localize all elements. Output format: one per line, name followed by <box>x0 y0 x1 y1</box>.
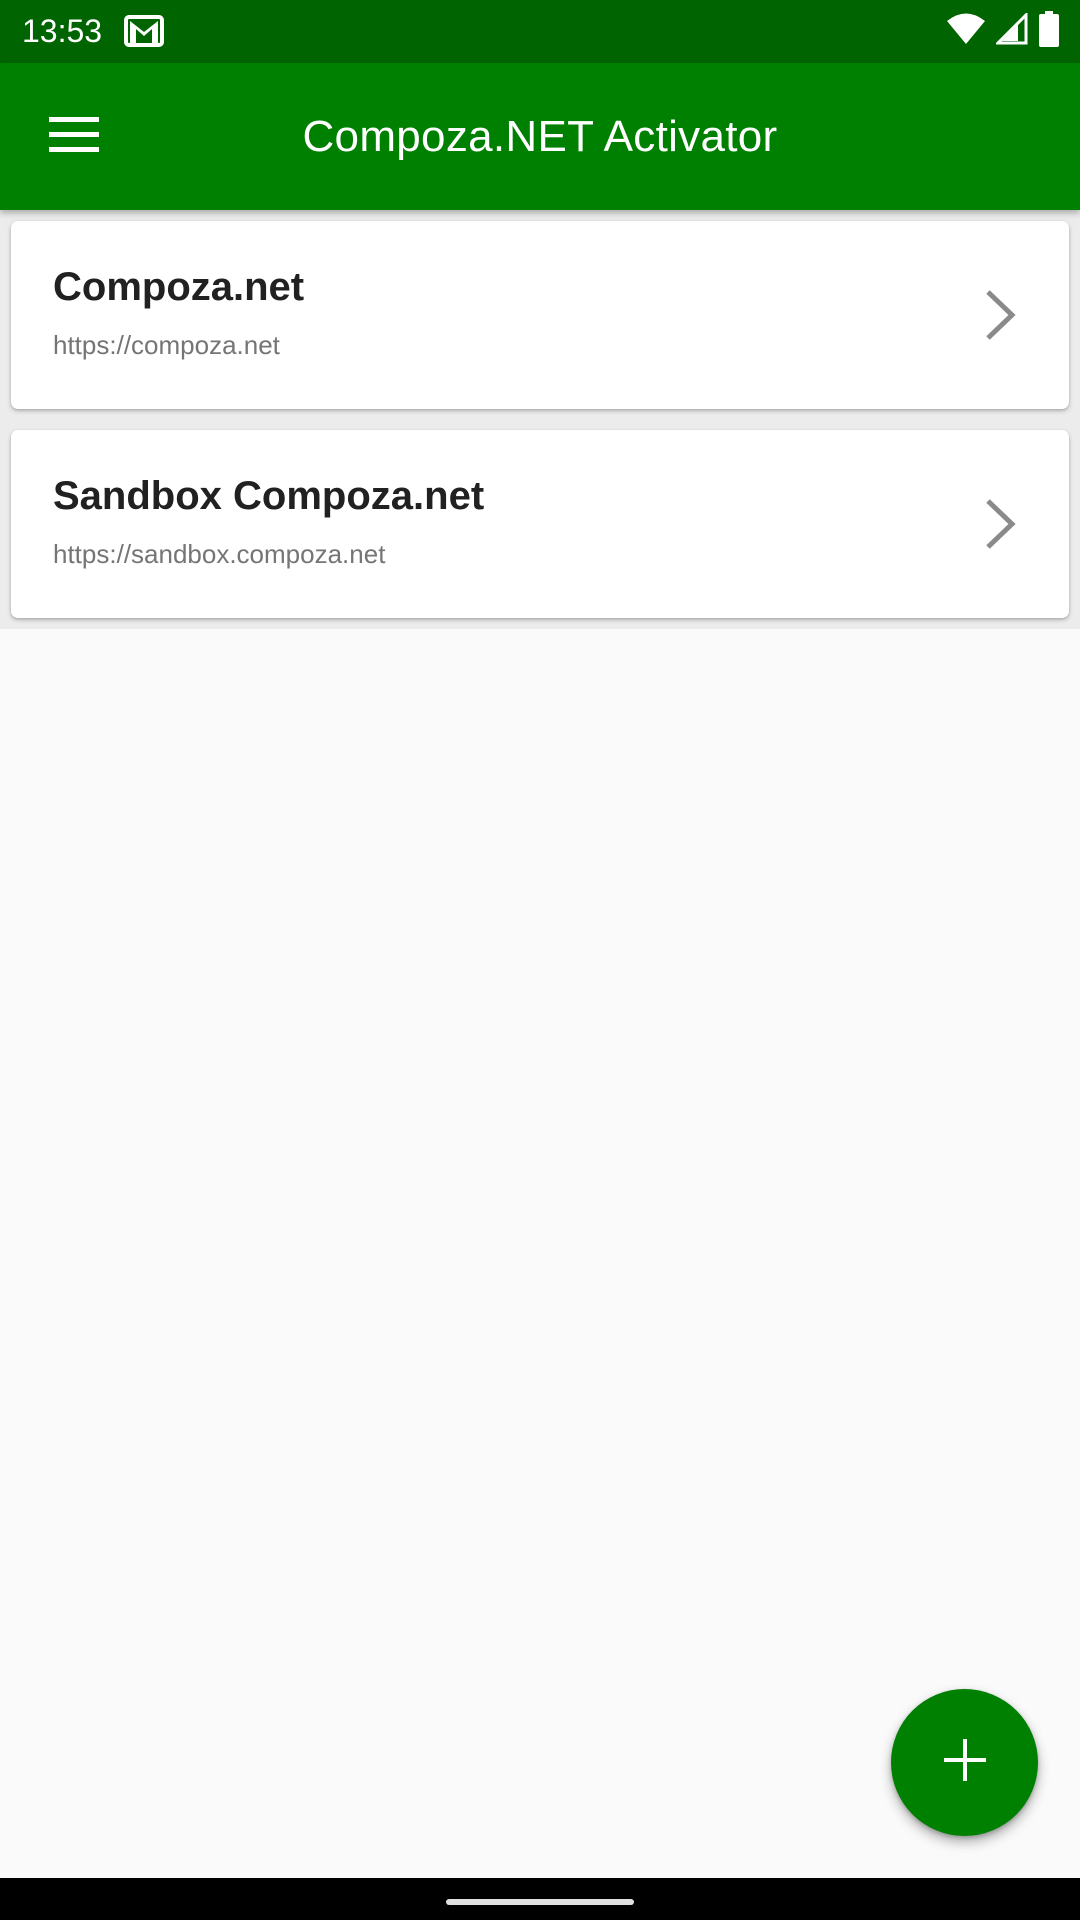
gmail-icon <box>124 15 164 47</box>
app-bar: Compoza.NET Activator <box>0 63 1080 210</box>
plus-icon <box>943 1739 986 1786</box>
server-url: https://sandbox.compoza.net <box>53 539 386 569</box>
navigation-bar <box>0 1878 1080 1920</box>
status-icons <box>936 10 1060 52</box>
chevron-right-icon <box>969 287 1025 343</box>
home-gesture-handle[interactable] <box>446 1899 634 1905</box>
wifi-icon <box>946 12 986 51</box>
status-time: 13:53 <box>22 13 103 49</box>
server-list: Compoza.net https://compoza.net Sandbox … <box>0 210 1080 629</box>
server-list-item[interactable]: Sandbox Compoza.net https://sandbox.comp… <box>11 430 1069 618</box>
add-server-button[interactable] <box>891 1689 1038 1836</box>
chevron-right-icon <box>969 496 1025 552</box>
page-title: Compoza.NET Activator <box>302 112 778 161</box>
status-bar: 13:53 <box>0 0 1080 63</box>
server-title: Compoza.net <box>53 265 305 309</box>
battery-icon <box>1038 10 1060 52</box>
server-title: Sandbox Compoza.net <box>53 474 485 518</box>
server-list-item[interactable]: Compoza.net https://compoza.net <box>11 221 1069 409</box>
menu-button[interactable] <box>30 102 118 172</box>
hamburger-menu-icon <box>49 116 99 158</box>
server-url: https://compoza.net <box>53 330 280 360</box>
signal-icon <box>994 10 1028 50</box>
